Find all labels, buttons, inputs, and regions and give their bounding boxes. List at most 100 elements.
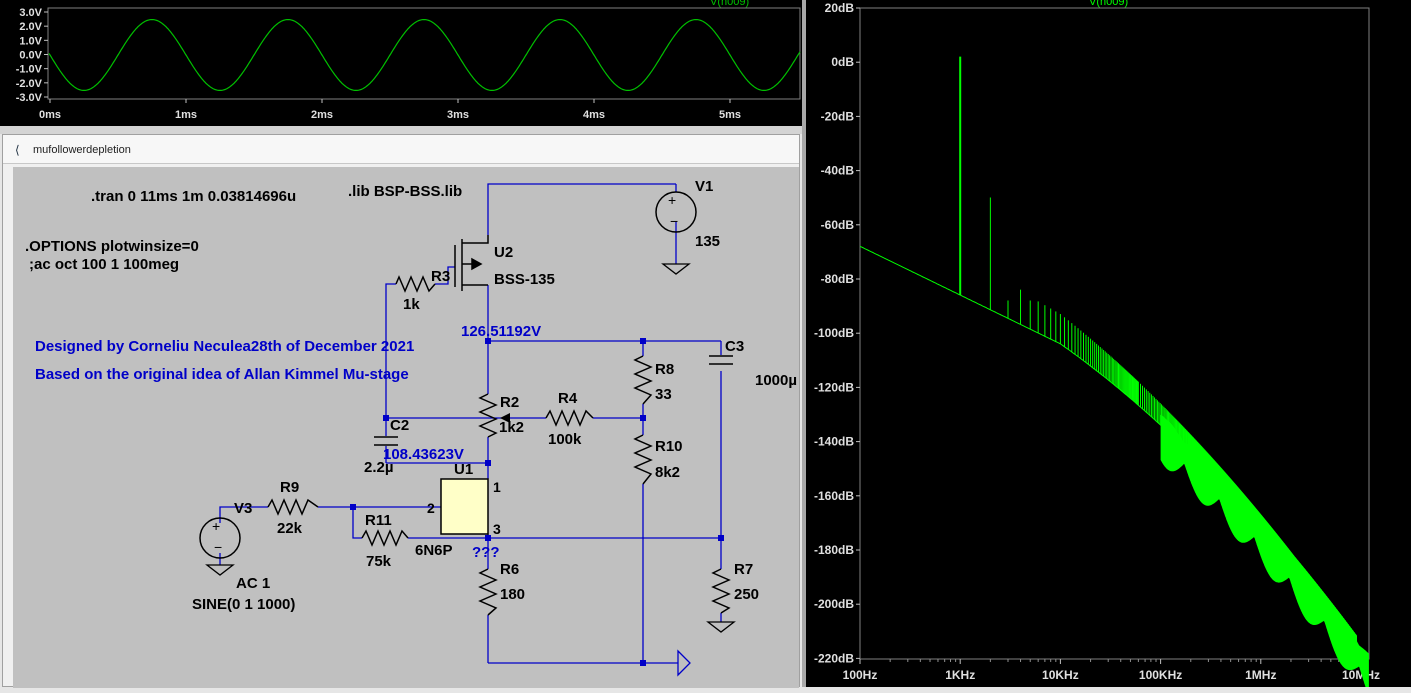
- fft-y-tick-label: -120dB: [814, 380, 854, 394]
- wire-r11-left: [352, 507, 362, 539]
- fft-plot-pane[interactable]: V(n009) 20dB 0dB -20dB -40dB -60dB -80dB -100d…: [806, 0, 1411, 693]
- fft-y-tick-label: -160dB: [814, 489, 854, 503]
- r11-value: 75k: [366, 553, 392, 570]
- fft-trace-label[interactable]: V(n009): [1089, 0, 1128, 8]
- u1-value: 6N6P: [415, 542, 453, 559]
- r7-label: R7: [734, 561, 753, 578]
- u1-pin3-label: 3: [493, 521, 501, 537]
- waveform-y-axis: 3.0V 2.0V 1.0V 0.0V -1.0V -2.0V -3.0V: [16, 7, 48, 104]
- resistor-r9[interactable]: [267, 498, 319, 516]
- fft-y-tick-label: -180dB: [814, 543, 854, 557]
- fft-y-tick-label: 0dB: [831, 55, 854, 69]
- resistor-r6[interactable]: [478, 568, 498, 616]
- r3-value: 1k: [403, 296, 420, 313]
- waveform-plot-area: [47, 7, 801, 100]
- v1-label: V1: [695, 178, 713, 195]
- ac-directive[interactable]: ;ac oct 100 1 100meg: [29, 256, 179, 273]
- waveform-plot[interactable]: V(n009) 3.0V2.0V1.0V0.0V-1.0V-2.0V-3.0V …: [0, 0, 802, 126]
- c3-value: 1000µ: [755, 372, 797, 389]
- r10-label: R10: [655, 438, 683, 455]
- fft-y-tick-label: -20dB: [821, 109, 855, 123]
- waveform-y-tick-label: 1.0V: [19, 35, 42, 47]
- fft-y-tick-label: -140dB: [814, 435, 854, 449]
- svg-text:−: −: [214, 539, 222, 555]
- schematic-drawing[interactable]: + − V1 135 U2 BSS-135 R3 1k .tran 0 11ms…: [13, 167, 799, 688]
- tube-u1[interactable]: [440, 478, 489, 535]
- capacitor-c2[interactable]: [374, 436, 398, 446]
- fft-x-tick-label: 100KHz: [1139, 668, 1182, 682]
- tran-directive[interactable]: .tran 0 11ms 1m 0.03814696u: [91, 188, 296, 205]
- resistor-r8[interactable]: [633, 355, 653, 405]
- fft-x-axis: 100Hz 1KHz 10KHz 100KHz 1MHz 10MHz: [843, 659, 1380, 682]
- r3-label: R3: [431, 268, 450, 285]
- u2-value: BSS-135: [494, 271, 555, 288]
- potentiometer-r2[interactable]: [478, 393, 498, 438]
- fft-y-tick-label: -100dB: [814, 326, 854, 340]
- node-voltage-108v: 108.43623V: [383, 446, 464, 463]
- c2-label: C2: [390, 417, 409, 434]
- r9-value: 22k: [277, 520, 303, 537]
- waveform-y-tick-label: 0.0V: [19, 50, 42, 62]
- resistor-r4[interactable]: [545, 409, 594, 427]
- fft-x-tick-label: 1MHz: [1245, 668, 1276, 682]
- node-voltage-unknown: ???: [472, 544, 500, 561]
- options-directive[interactable]: .OPTIONS plotwinsize=0: [25, 238, 199, 255]
- v3-label: V3: [234, 500, 252, 517]
- pane-separator[interactable]: [0, 126, 802, 134]
- waveform-x-tick-label: 2ms: [311, 109, 333, 121]
- r2-label: R2: [500, 394, 519, 411]
- waveform-y-tick-label: 2.0V: [19, 21, 42, 33]
- capacitor-c3[interactable]: [709, 355, 733, 365]
- waveform-x-tick-label: 1ms: [175, 109, 197, 121]
- r2-value: 1k2: [499, 419, 524, 436]
- r6-label: R6: [500, 561, 519, 578]
- waveform-x-tick-label: 3ms: [447, 109, 469, 121]
- r9-label: R9: [280, 479, 299, 496]
- fft-x-tick-label: 1KHz: [945, 668, 975, 682]
- c2-value: 2.2µ: [364, 459, 394, 476]
- r8-value: 33: [655, 386, 672, 403]
- schematic-icon: ⟨: [15, 143, 20, 157]
- lib-directive[interactable]: .lib BSP-BSS.lib: [348, 183, 462, 200]
- r10-value: 8k2: [655, 464, 680, 481]
- u2-label: U2: [494, 244, 513, 261]
- resistor-r3[interactable]: [395, 275, 436, 293]
- svg-text:−: −: [670, 213, 678, 229]
- fft-y-axis: 20dB 0dB -20dB -40dB -60dB -80dB -100dB -120dB -…: [814, 1, 860, 665]
- wire-v1-drain: [487, 183, 676, 235]
- c3-label: C3: [725, 338, 744, 355]
- fft-y-tick-label: -80dB: [821, 272, 855, 286]
- waveform-plot-pane[interactable]: V(n009) 3.0V 2.0V 1.0V 0.0V -1.0V -2.0V -3.0V …: [0, 0, 802, 126]
- r4-label: R4: [558, 390, 578, 407]
- waveform-x-tick-label: 5ms: [719, 109, 741, 121]
- resistor-r7[interactable]: [711, 568, 731, 614]
- waveform-x-tick-label: 0ms: [39, 109, 61, 121]
- r11-label: R11: [365, 512, 392, 529]
- ground-icon: [706, 621, 736, 633]
- v3-value-ac: AC 1: [236, 575, 270, 592]
- ground-icon: [661, 263, 691, 275]
- r6-value: 180: [500, 586, 525, 603]
- v3-source[interactable]: + −: [199, 517, 241, 576]
- schematic-canvas[interactable]: + − V1 135 U2 BSS-135 R3 1k .tran 0 11ms…: [13, 167, 799, 688]
- fft-y-tick-label: -60dB: [821, 218, 855, 232]
- waveform-y-tick-label: -1.0V: [16, 64, 43, 76]
- resistor-r11[interactable]: [361, 529, 409, 547]
- resistor-r10[interactable]: [633, 434, 653, 485]
- waveform-trace-label[interactable]: V(n009): [710, 0, 749, 8]
- credit-line-1: Designed by Corneliu Neculea28th of Dece…: [35, 338, 414, 355]
- v3-value-sine: SINE(0 1 1000): [192, 596, 295, 613]
- r7-value: 250: [734, 586, 759, 603]
- ground-bus-icon: [677, 649, 691, 677]
- ground-icon: [205, 564, 235, 576]
- waveform-x-tick-label: 4ms: [583, 109, 605, 121]
- fft-x-tick-label: 10KHz: [1042, 668, 1079, 682]
- waveform-y-tick-label: 3.0V: [19, 7, 42, 19]
- svg-text:+: +: [212, 518, 220, 534]
- fft-y-tick-label: 20dB: [825, 1, 855, 15]
- v1-value: 135: [695, 233, 720, 250]
- schematic-titlebar[interactable]: ⟨ mufollowerdepletion: [3, 135, 799, 164]
- schematic-title: mufollowerdepletion: [33, 144, 131, 156]
- mosfet-u2[interactable]: [454, 235, 489, 291]
- fft-plot[interactable]: V(n009) 20dB 0dB -20dB -40dB -60dB -80dB -100d…: [806, 0, 1411, 693]
